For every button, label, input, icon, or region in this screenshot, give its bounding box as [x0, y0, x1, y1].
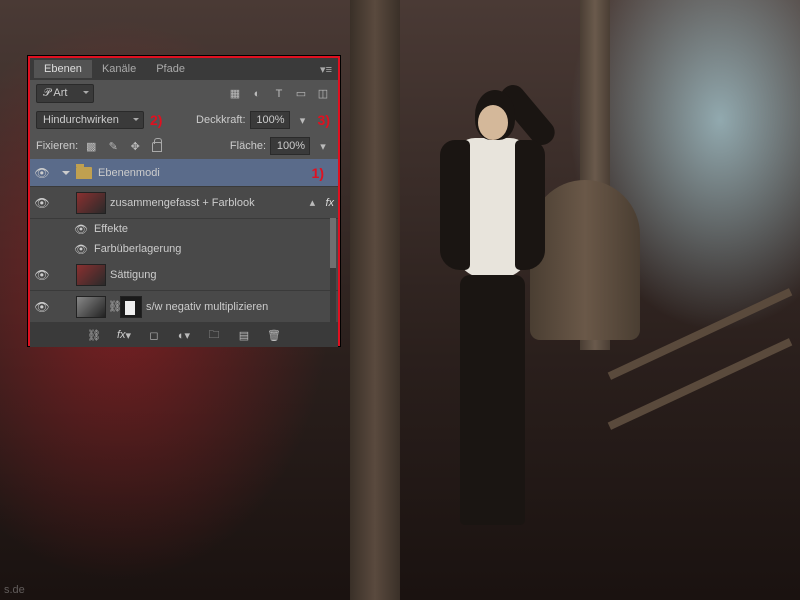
filter-pixel-icon[interactable]: ▦ — [226, 86, 244, 102]
panel-menu-icon[interactable]: ▾≡ — [320, 63, 332, 76]
folder-icon — [76, 167, 92, 179]
blend-row: Hindurchwirken 2) Deckkraft: 100% ▾ 3) — [30, 107, 338, 133]
annotation-1: 1) — [312, 165, 324, 181]
filter-smart-icon[interactable]: ◫ — [314, 86, 332, 102]
lock-row: Fixieren: ▩ ✎ ✥ Fläche: 100% ▾ — [30, 133, 338, 159]
visibility-icon[interactable]: 👁 — [30, 300, 54, 314]
annotation-3: 3) — [318, 112, 330, 128]
layer-name[interactable]: Ebenenmodi — [98, 167, 310, 179]
filter-row: 𝒫 Art ▦ ◐ T ▭ ◫ — [30, 80, 338, 107]
lock-transparent-icon[interactable]: ▩ — [82, 138, 100, 154]
layer-thumbnail[interactable] — [76, 264, 106, 286]
layer-group-row[interactable]: 👁 Ebenenmodi 1) — [30, 159, 338, 187]
blend-mode-dropdown[interactable]: Hindurchwirken — [36, 111, 144, 129]
fill-slider-icon[interactable]: ▾ — [314, 138, 332, 154]
disclosure-icon[interactable] — [62, 171, 70, 179]
lock-label: Fixieren: — [36, 140, 78, 152]
new-layer-icon[interactable]: ▤ — [235, 327, 253, 343]
layer-thumbnail[interactable] — [76, 296, 106, 318]
link-layers-icon[interactable]: ⛓ — [85, 327, 103, 343]
filter-kind-value: 𝒫 Art — [43, 87, 67, 99]
tab-layers[interactable]: Ebenen — [34, 60, 92, 78]
annotation-2: 2) — [150, 112, 162, 128]
lock-position-icon[interactable]: ✥ — [126, 138, 144, 154]
layers-list: 👁 Ebenenmodi 1) 👁 zusammengefasst + Farb… — [30, 159, 338, 323]
blend-mode-value: Hindurchwirken — [43, 114, 119, 126]
layer-filter-dropdown[interactable]: 𝒫 Art — [36, 84, 94, 103]
layer-mask-icon[interactable]: ◻ — [145, 327, 163, 343]
filter-type-icon[interactable]: T — [270, 86, 288, 102]
panel-tabs: Ebenen Kanäle Pfade ▾≡ — [30, 58, 338, 80]
filter-adjust-icon[interactable]: ◐ — [248, 86, 266, 102]
fx-label: Effekte — [94, 223, 128, 235]
fx-collapse-icon[interactable]: ▴ — [303, 195, 321, 211]
fx-badge[interactable]: fx — [325, 197, 334, 209]
link-icon[interactable]: ⛓ — [110, 299, 120, 315]
fx-label: Farbüberlagerung — [94, 243, 181, 255]
delete-layer-icon[interactable]: 🗑 — [265, 327, 283, 343]
opacity-field[interactable]: 100% — [250, 111, 290, 129]
lock-pixels-icon[interactable]: ✎ — [104, 138, 122, 154]
layer-name[interactable]: s/w negativ multiplizieren — [146, 301, 334, 313]
panel-footer: ⛓ fx▾ ◻ ◐▾ 🗀 ▤ 🗑 — [30, 323, 338, 347]
lock-all-icon[interactable] — [148, 138, 166, 154]
adjustment-layer-icon[interactable]: ◐▾ — [175, 327, 193, 343]
layer-row[interactable]: 👁 ⛓ s/w negativ multiplizieren — [30, 291, 338, 323]
layer-name[interactable]: zusammengefasst + Farblook — [110, 197, 303, 209]
filter-shape-icon[interactable]: ▭ — [292, 86, 310, 102]
layers-panel: Ebenen Kanäle Pfade ▾≡ 𝒫 Art ▦ ◐ T ▭ ◫ H… — [28, 56, 340, 346]
layers-scrollbar[interactable] — [330, 218, 336, 338]
visibility-icon[interactable]: 👁 — [74, 223, 88, 236]
fill-field[interactable]: 100% — [270, 137, 310, 155]
fill-label: Fläche: — [230, 140, 266, 152]
new-group-icon[interactable]: 🗀 — [205, 327, 223, 343]
bg-pipe — [350, 0, 400, 600]
layer-row[interactable]: 👁 zusammengefasst + Farblook ▴ fx — [30, 187, 338, 219]
visibility-icon[interactable]: 👁 — [30, 166, 54, 180]
visibility-icon[interactable]: 👁 — [30, 268, 54, 282]
tab-channels[interactable]: Kanäle — [92, 60, 146, 78]
watermark: s.de — [4, 584, 25, 596]
layer-thumbnail[interactable] — [76, 192, 106, 214]
layer-row[interactable]: 👁 Sättigung — [30, 259, 338, 291]
layer-style-icon[interactable]: fx▾ — [115, 327, 133, 343]
opacity-label: Deckkraft: — [196, 114, 246, 126]
bg-model — [420, 90, 560, 530]
opacity-slider-icon[interactable]: ▾ — [294, 112, 312, 128]
visibility-icon[interactable]: 👁 — [30, 196, 54, 210]
tab-paths[interactable]: Pfade — [146, 60, 195, 78]
visibility-icon[interactable]: 👁 — [74, 243, 88, 256]
fx-effects-row[interactable]: 👁 Effekte — [30, 219, 338, 239]
fx-item-row[interactable]: 👁 Farbüberlagerung — [30, 239, 338, 259]
layer-mask-thumbnail[interactable] — [120, 296, 142, 318]
layer-name[interactable]: Sättigung — [110, 269, 334, 281]
